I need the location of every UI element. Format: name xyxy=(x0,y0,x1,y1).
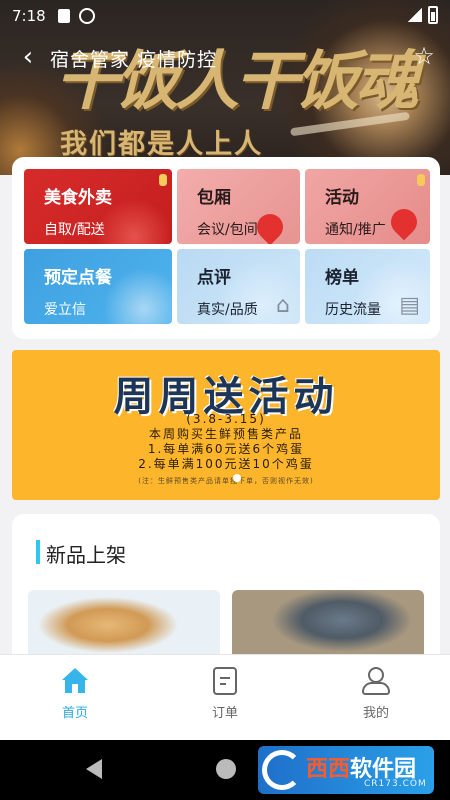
category-subtitle: 爱立信 xyxy=(44,302,86,318)
category-food-delivery[interactable]: 美食外卖 自取/配送 xyxy=(24,169,172,244)
signal-icon xyxy=(408,8,422,22)
back-icon[interactable]: ‹ xyxy=(14,42,42,72)
watermark-logo: 西西软件园 CR173.COM xyxy=(258,746,434,794)
hero-subtitle: 我们都是人上人 xyxy=(60,129,263,160)
system-home-icon[interactable] xyxy=(216,759,236,779)
carousel-indicator xyxy=(233,474,241,482)
category-subtitle: 自取/配送 xyxy=(44,222,105,238)
promo-line: 本周购买生鲜预售类产品 xyxy=(148,427,303,441)
promo-date-range: (3.8-3.15) xyxy=(186,412,266,426)
tab-home[interactable]: 首页 xyxy=(30,667,120,721)
category-subtitle: 历史流量 xyxy=(325,302,381,318)
system-nav-bar: 西西软件园 CR173.COM xyxy=(0,740,450,800)
tab-label: 首页 xyxy=(61,706,88,721)
tab-mine[interactable]: 我的 xyxy=(331,667,421,721)
profile-icon xyxy=(362,667,390,695)
category-title: 点评 xyxy=(197,268,231,288)
category-activity[interactable]: 活动 通知/推广 xyxy=(305,169,430,244)
system-back-icon[interactable] xyxy=(86,759,102,779)
favorite-star-icon[interactable]: ☆ xyxy=(410,41,438,71)
category-title: 榜单 xyxy=(325,268,359,288)
list-icon: ▤ xyxy=(399,293,420,318)
home-icon xyxy=(61,667,89,695)
tab-label: 订单 xyxy=(211,706,238,721)
promo-banner[interactable]: 周周送活动 (3.8-3.15) 本周购买生鲜预售类产品 1.每单满60元送6个… xyxy=(12,350,440,500)
promo-line: 1.每单满60元送6个鸡蛋 xyxy=(147,442,305,456)
status-time: 7:18 xyxy=(12,7,46,25)
watermark-c-icon xyxy=(262,750,302,790)
promo-details: (3.8-3.15) 本周购买生鲜预售类产品 1.每单满60元送6个鸡蛋 2.每… xyxy=(12,412,440,489)
bottom-tab-bar: 首页 订单 我的 xyxy=(0,654,450,740)
section-accent-bar xyxy=(36,540,40,564)
category-card: 美食外卖 自取/配送 包厢 会议/包间 活动 通知/推广 预定点餐 爱立信 点评… xyxy=(12,157,440,339)
house-icon: ⌂ xyxy=(276,293,290,318)
sync-icon xyxy=(79,8,95,24)
lantern-icon xyxy=(159,174,167,186)
category-title: 活动 xyxy=(325,188,359,208)
tab-label: 我的 xyxy=(362,706,389,721)
order-icon xyxy=(213,667,237,695)
new-products-card: 新品上架 xyxy=(12,514,440,664)
promo-note: (注：生鲜预售类产品请单独下单，否则视作无效) xyxy=(138,477,314,485)
category-ranking[interactable]: 榜单 历史流量 ▤ xyxy=(305,249,430,324)
nav-bar: ‹ 宿舍管家 疫情防控 ☆ xyxy=(0,40,450,76)
category-title: 美食外卖 xyxy=(44,188,112,208)
page-title: 宿舍管家 疫情防控 xyxy=(50,49,218,71)
category-private-room[interactable]: 包厢 会议/包间 xyxy=(177,169,300,244)
product-image[interactable] xyxy=(232,590,424,664)
battery-icon xyxy=(428,6,438,24)
category-subtitle: 真实/品质 xyxy=(197,302,258,318)
category-title: 预定点餐 xyxy=(44,268,112,288)
section-title: 新品上架 xyxy=(46,543,126,567)
lantern-icon xyxy=(417,174,425,186)
category-grid: 美食外卖 自取/配送 包厢 会议/包间 活动 通知/推广 预定点餐 爱立信 点评… xyxy=(24,169,430,324)
category-review[interactable]: 点评 真实/品质 ⌂ xyxy=(177,249,300,324)
category-title: 包厢 xyxy=(197,188,231,208)
status-bar: 7:18 xyxy=(0,0,450,32)
product-image[interactable] xyxy=(28,590,220,664)
watermark-url: CR173.COM xyxy=(364,779,427,789)
promo-line: 2.每单满100元送10个鸡蛋 xyxy=(138,457,314,471)
category-reservation[interactable]: 预定点餐 爱立信 xyxy=(24,249,172,324)
sim-icon xyxy=(58,9,70,23)
tab-orders[interactable]: 订单 xyxy=(180,667,270,721)
